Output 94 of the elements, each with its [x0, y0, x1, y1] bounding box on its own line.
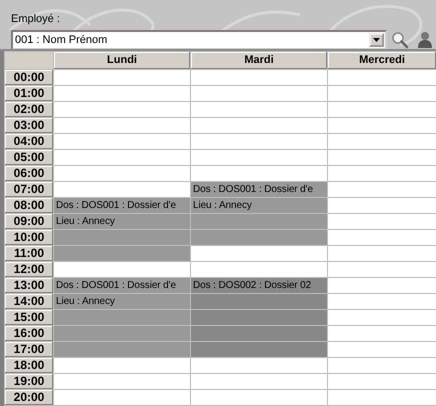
calendar-cell[interactable]: [54, 86, 190, 101]
hour-label: 15:00: [5, 310, 53, 325]
hour-label: 20:00: [5, 390, 53, 405]
calendar-cell[interactable]: [328, 246, 436, 261]
dropdown-button[interactable]: [369, 33, 384, 47]
calendar-cell[interactable]: [191, 102, 327, 117]
calendar-cell[interactable]: [54, 118, 190, 133]
hour-label: 05:00: [5, 150, 53, 165]
day-header: Mercredi: [328, 52, 436, 69]
calendar-cell[interactable]: [328, 358, 436, 373]
hour-label: 03:00: [5, 118, 53, 133]
hour-label: 19:00: [5, 374, 53, 389]
booking-cell[interactable]: [191, 294, 327, 309]
header-corner: [5, 52, 53, 69]
calendar-cell[interactable]: [328, 198, 436, 213]
calendar-cell[interactable]: [54, 102, 190, 117]
calendar-cell[interactable]: [191, 150, 327, 165]
calendar-cell[interactable]: [328, 150, 436, 165]
calendar-cell[interactable]: [191, 70, 327, 85]
hour-label: 06:00: [5, 166, 53, 181]
calendar-cell[interactable]: [54, 262, 190, 277]
day-header: Mardi: [191, 52, 327, 69]
calendar-cell[interactable]: [328, 86, 436, 101]
calendar-cell[interactable]: [191, 118, 327, 133]
calendar-cell[interactable]: [328, 278, 436, 293]
hour-label: 10:00: [5, 230, 53, 245]
hour-label: 11:00: [5, 246, 53, 261]
hour-label: 17:00: [5, 342, 53, 357]
hour-label: 01:00: [5, 86, 53, 101]
person-icon[interactable]: [417, 31, 433, 49]
employee-label: Employé :: [11, 13, 60, 25]
hour-label: 09:00: [5, 214, 53, 229]
calendar-cell[interactable]: [328, 134, 436, 149]
calendar-cell[interactable]: [328, 102, 436, 117]
hour-label: 02:00: [5, 102, 53, 117]
hour-label: 08:00: [5, 198, 53, 213]
booking-cell[interactable]: [191, 342, 327, 357]
booking-cell[interactable]: Dos : DOS001 : Dossier d'e: [54, 198, 190, 213]
booking-cell[interactable]: Lieu : Annecy: [54, 214, 190, 229]
hour-label: 13:00: [5, 278, 53, 293]
calendar-cell[interactable]: [328, 374, 436, 389]
booking-cell[interactable]: [54, 326, 190, 341]
booking-cell[interactable]: [191, 310, 327, 325]
calendar-cell[interactable]: [54, 358, 190, 373]
booking-cell[interactable]: Dos : DOS002 : Dossier 02: [191, 278, 327, 293]
calendar-cell[interactable]: [54, 134, 190, 149]
calendar-cell[interactable]: [54, 182, 190, 197]
booking-cell[interactable]: [191, 230, 327, 245]
calendar-cell[interactable]: [328, 166, 436, 181]
booking-cell[interactable]: Dos : DOS001 : Dossier d'e: [191, 182, 327, 197]
calendar-cell[interactable]: [54, 374, 190, 389]
hour-label: 07:00: [5, 182, 53, 197]
calendar-cell[interactable]: [191, 246, 327, 261]
calendar-cell[interactable]: [328, 118, 436, 133]
hour-label: 16:00: [5, 326, 53, 341]
employee-dropdown[interactable]: 001 : Nom Prénom: [11, 30, 387, 49]
calendar-cell[interactable]: [328, 310, 436, 325]
calendar-cell[interactable]: [191, 86, 327, 101]
calendar-cell[interactable]: [328, 294, 436, 309]
calendar-cell[interactable]: [328, 326, 436, 341]
calendar-cell[interactable]: [328, 182, 436, 197]
calendar-cell[interactable]: [328, 342, 436, 357]
hour-label: 04:00: [5, 134, 53, 149]
day-header: Lundi: [54, 52, 190, 69]
calendar-cell[interactable]: [328, 214, 436, 229]
calendar-cell[interactable]: [328, 390, 436, 405]
calendar-cell[interactable]: [191, 358, 327, 373]
hour-label: 00:00: [5, 70, 53, 85]
booking-cell[interactable]: [54, 342, 190, 357]
booking-cell[interactable]: Lieu : Annecy: [54, 294, 190, 309]
calendar-cell[interactable]: [328, 230, 436, 245]
hour-label: 18:00: [5, 358, 53, 373]
calendar-cell[interactable]: [191, 134, 327, 149]
booking-cell[interactable]: [54, 246, 190, 261]
hour-label: 14:00: [5, 294, 53, 309]
caret-icon: [373, 38, 380, 42]
booking-cell[interactable]: Lieu : Annecy: [191, 198, 327, 213]
calendar-cell[interactable]: [191, 390, 327, 405]
search-icon[interactable]: [391, 31, 409, 49]
calendar-cell[interactable]: [191, 374, 327, 389]
booking-cell[interactable]: [54, 230, 190, 245]
booking-cell[interactable]: [191, 326, 327, 341]
calendar-cell[interactable]: [328, 262, 436, 277]
calendar-cell[interactable]: [328, 70, 436, 85]
booking-cell[interactable]: [54, 310, 190, 325]
booking-cell[interactable]: [191, 214, 327, 229]
calendar-cell[interactable]: [191, 262, 327, 277]
calendar-cell[interactable]: [54, 150, 190, 165]
calendar-cell[interactable]: [191, 166, 327, 181]
calendar-cell[interactable]: [54, 70, 190, 85]
calendar-cell[interactable]: [54, 166, 190, 181]
calendar-cell[interactable]: [54, 390, 190, 405]
booking-cell[interactable]: Dos : DOS001 : Dossier d'e: [54, 278, 190, 293]
hour-label: 12:00: [5, 262, 53, 277]
